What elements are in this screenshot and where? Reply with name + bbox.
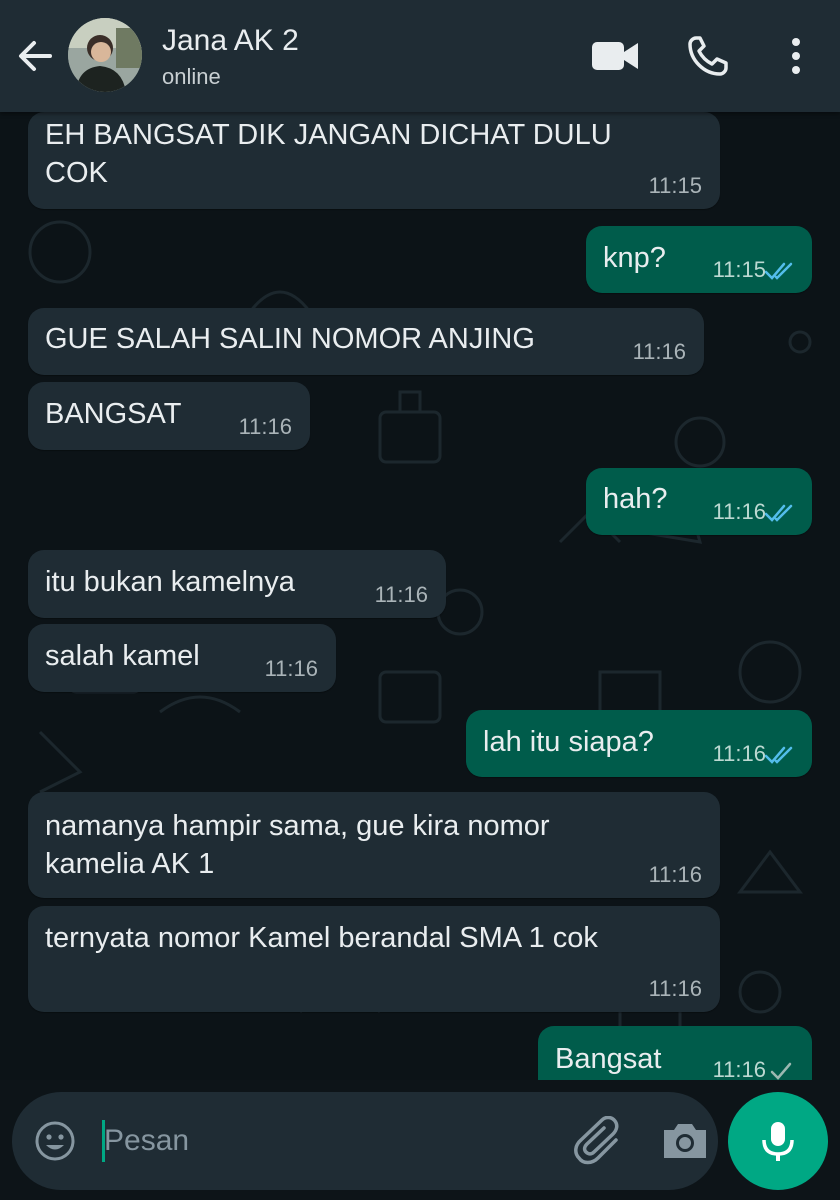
message-time: 11:16 — [374, 582, 428, 607]
emoji-icon[interactable] — [34, 1120, 76, 1162]
message-time: 11:16 — [712, 499, 766, 524]
sent-tick-icon — [770, 1062, 792, 1080]
voice-record-button[interactable] — [728, 1092, 828, 1190]
contact-status: online — [162, 64, 221, 89]
attach-icon[interactable] — [572, 1116, 628, 1166]
chat-header: Jana AK 2 online — [0, 0, 840, 112]
camera-icon[interactable] — [660, 1118, 710, 1162]
message-time: 11:15 — [648, 173, 702, 198]
more-options-icon[interactable] — [776, 34, 816, 78]
phone-icon[interactable] — [684, 34, 734, 78]
message-text: namanya hampir sama, gue kira nomor kame… — [45, 810, 550, 880]
back-arrow-icon[interactable] — [14, 36, 54, 76]
message-bubble-outgoing[interactable]: knp? 11:15 — [586, 226, 812, 293]
message-time: 11:15 — [712, 257, 766, 282]
message-text: ternyata nomor Kamel berandal SMA 1 cok — [45, 922, 598, 954]
read-receipt-icon — [764, 746, 793, 764]
message-bubble-incoming[interactable]: EH BANGSAT DIK JANGAN DICHAT DULU COK 11… — [28, 112, 720, 209]
read-receipt-icon — [764, 504, 793, 522]
message-time: 11:16 — [712, 741, 766, 766]
message-bubble-incoming[interactable]: namanya hampir sama, gue kira nomor kame… — [28, 792, 720, 898]
message-text: EH BANGSAT DIK JANGAN DICHAT DULU COK — [45, 119, 612, 189]
message-input[interactable] — [104, 1116, 544, 1166]
video-call-icon[interactable] — [590, 34, 640, 78]
message-time: 11:16 — [712, 1057, 766, 1080]
message-bubble-incoming[interactable]: salah kamel 11:16 — [28, 624, 336, 692]
message-text: GUE SALAH SALIN NOMOR ANJING — [45, 323, 535, 355]
read-receipt-icon — [764, 262, 793, 280]
message-time: 11:16 — [648, 976, 702, 1001]
message-bubble-incoming[interactable]: ternyata nomor Kamel berandal SMA 1 cok … — [28, 906, 720, 1012]
contact-name[interactable]: Jana AK 2 — [162, 24, 299, 58]
message-time: 11:16 — [238, 414, 292, 439]
message-bubble-outgoing[interactable]: lah itu siapa? 11:16 — [466, 710, 812, 777]
message-time: 11:16 — [632, 339, 686, 364]
message-time: 11:16 — [264, 656, 318, 681]
avatar[interactable] — [68, 18, 142, 92]
message-bubble-outgoing[interactable]: Bangsat 11:16 — [538, 1026, 812, 1080]
message-list[interactable]: EH BANGSAT DIK JANGAN DICHAT DULU COK 11… — [0, 112, 840, 1080]
message-bubble-incoming[interactable]: GUE SALAH SALIN NOMOR ANJING 11:16 — [28, 308, 704, 375]
message-bubble-incoming[interactable]: BANGSAT 11:16 — [28, 382, 310, 450]
mic-icon — [762, 1122, 794, 1161]
message-text: itu bukan kamelnya — [45, 566, 295, 598]
message-composer — [12, 1092, 718, 1190]
message-bubble-incoming[interactable]: itu bukan kamelnya 11:16 — [28, 550, 446, 618]
message-bubble-outgoing[interactable]: hah? 11:16 — [586, 468, 812, 535]
message-time: 11:16 — [648, 862, 702, 887]
